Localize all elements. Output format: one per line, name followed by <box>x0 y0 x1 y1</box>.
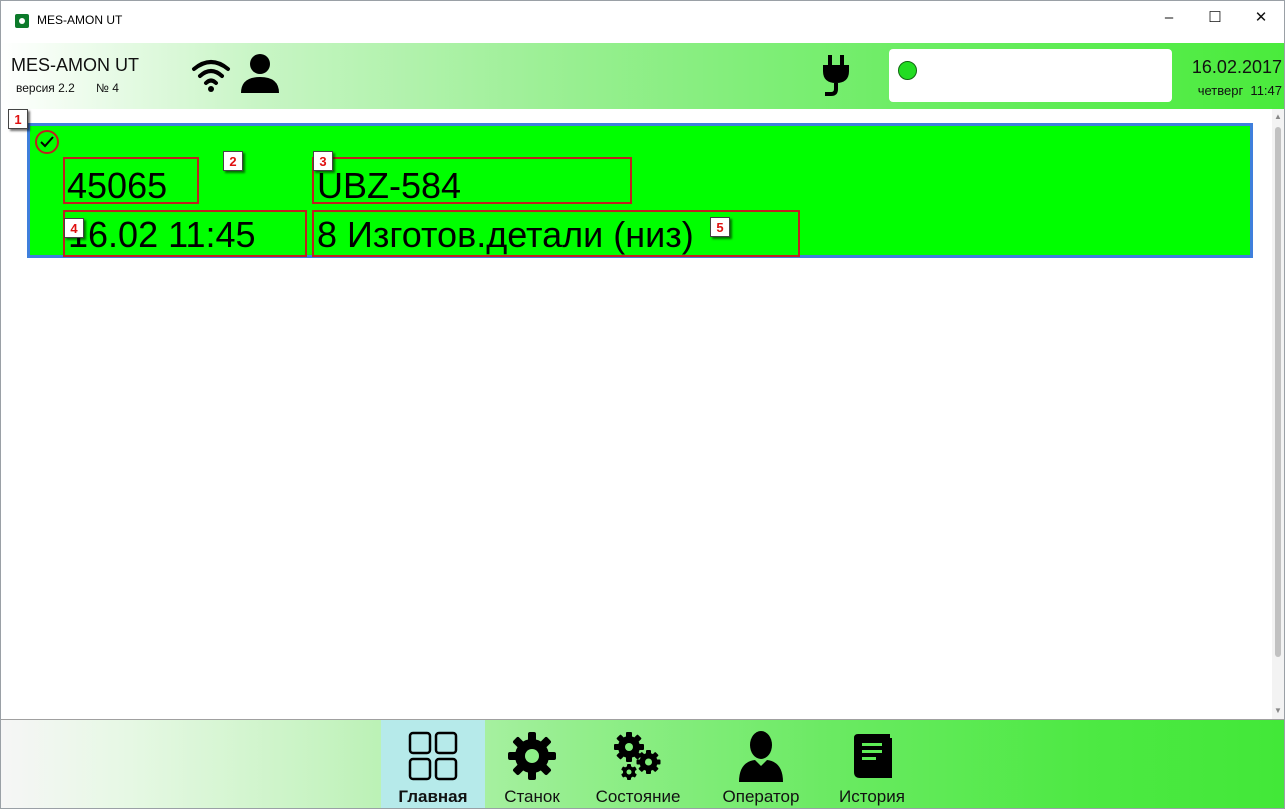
tab-home-label: Главная <box>398 787 468 806</box>
wifi-icon <box>192 60 230 92</box>
tab-operator[interactable]: Оператор <box>707 720 815 808</box>
app-name: MES-AMON UT <box>11 55 139 75</box>
gear-icon <box>508 732 556 780</box>
home-grid-icon <box>408 731 458 781</box>
check-circle-icon <box>35 130 59 154</box>
maximize-button[interactable]: ☐ <box>1192 1 1238 33</box>
main-content: 45065 UBZ-584 16.02 11:45 8 Изготов.дета… <box>1 109 1272 719</box>
user-icon[interactable] <box>239 53 281 95</box>
tab-state[interactable]: Состояние <box>585 720 691 808</box>
app-logo-icon <box>15 14 29 28</box>
callout-2: 2 <box>223 151 243 171</box>
header-date: 16.02.2017 <box>1191 57 1282 77</box>
operator-icon <box>739 731 783 782</box>
header-weekday-time: четверг 11:47 <box>1197 83 1282 98</box>
minimize-button[interactable]: – <box>1146 1 1192 33</box>
tab-state-label: Состояние <box>595 787 681 806</box>
tab-machine-label: Станок <box>504 787 560 806</box>
tab-home[interactable]: Главная <box>381 720 485 808</box>
callout-3: 3 <box>313 151 333 171</box>
app-header: MES-AMON UT версия 2.2 № 4 16.02.2017 че… <box>1 43 1284 109</box>
tab-history[interactable]: История <box>827 720 917 808</box>
order-number: 45065 <box>63 157 199 204</box>
tab-machine[interactable]: Станок <box>491 720 573 808</box>
scrollbar-thumb[interactable] <box>1275 127 1281 657</box>
book-icon <box>854 734 892 778</box>
checkmark-icon <box>40 136 54 148</box>
close-button[interactable]: ✕ <box>1238 1 1284 33</box>
order-card[interactable]: 45065 UBZ-584 16.02 11:45 8 Изготов.дета… <box>27 123 1253 258</box>
version-label: версия 2.2 <box>16 81 75 95</box>
callout-5: 5 <box>710 217 730 237</box>
order-datetime: 16.02 11:45 <box>63 210 307 257</box>
gears-icon <box>614 732 661 780</box>
title-bar: MES-AMON UT – ☐ ✕ <box>1 1 1284 43</box>
connection-status-indicator <box>898 61 917 80</box>
bottom-nav: Главная Станок Состояние Оператор Истори… <box>1 719 1284 808</box>
window-title: MES-AMON UT <box>37 13 123 27</box>
callout-4: 4 <box>64 218 84 238</box>
power-plug-icon <box>823 55 849 96</box>
station-number: № 4 <box>96 81 119 95</box>
vertical-scrollbar[interactable]: ▲ ▼ <box>1272 109 1284 719</box>
scroll-up-arrow-icon[interactable]: ▲ <box>1273 112 1283 122</box>
tab-operator-label: Оператор <box>722 787 800 806</box>
part-code: UBZ-584 <box>312 157 632 204</box>
scroll-down-arrow-icon[interactable]: ▼ <box>1273 706 1283 716</box>
callout-1: 1 <box>8 109 28 129</box>
app-window: MES-AMON UT – ☐ ✕ MES-AMON UT версия 2.2… <box>0 0 1285 809</box>
tab-history-label: История <box>839 787 905 806</box>
status-panel <box>889 49 1172 102</box>
